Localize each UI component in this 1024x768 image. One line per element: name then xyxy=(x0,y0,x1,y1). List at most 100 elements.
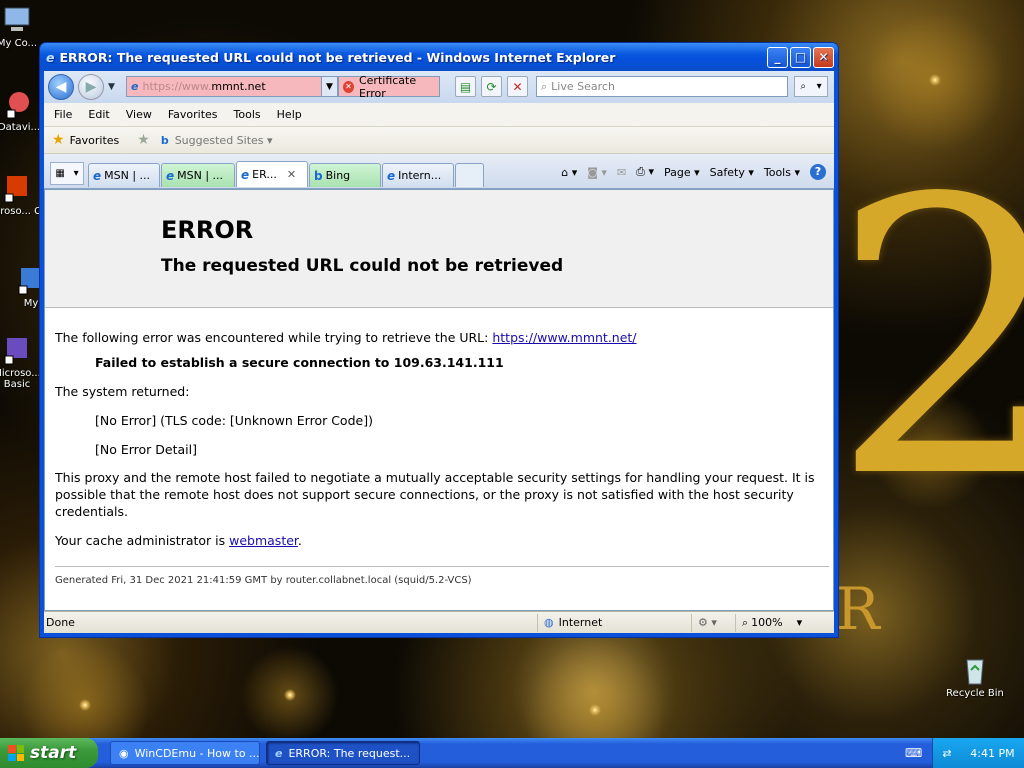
protected-mode-icon[interactable]: ⚙ ▾ xyxy=(691,613,735,632)
tab-label: MSN | ... xyxy=(104,169,151,182)
close-window-button[interactable]: ✕ xyxy=(813,46,834,68)
ie-page-icon: e xyxy=(387,168,396,183)
taskbar: start ◉ WinCDEmu - How to ... e ERROR: T… xyxy=(0,738,1024,768)
favorites-button[interactable]: Favorites xyxy=(70,134,120,147)
wallpaper-numeral: 2 xyxy=(830,118,1024,561)
taskbar-item-wincdemu[interactable]: ◉ WinCDEmu - How to ... xyxy=(110,741,260,765)
error-body: The following error was encountered whil… xyxy=(45,330,833,550)
ie-page-icon: e xyxy=(241,167,250,182)
close-tab-icon[interactable]: ✕ xyxy=(287,168,296,181)
recycle-bin-icon xyxy=(966,659,984,685)
forward-button[interactable]: ▶ xyxy=(78,74,104,100)
menu-view[interactable]: View xyxy=(126,108,152,121)
feeds-icon[interactable]: ◙ ▾ xyxy=(587,166,607,179)
minimize-button[interactable]: _ xyxy=(767,46,788,68)
safety-menu[interactable]: Safety ▾ xyxy=(710,166,754,179)
page-menu[interactable]: Page ▾ xyxy=(664,166,700,179)
failure-message: Failed to establish a secure connection … xyxy=(95,354,504,370)
cache-admin-line: Your cache administrator is webmaster. xyxy=(55,533,823,550)
menu-tools[interactable]: Tools xyxy=(234,108,261,121)
page-content: ERROR The requested URL could not be ret… xyxy=(44,189,834,611)
app-icon xyxy=(4,338,27,365)
window-titlebar[interactable]: e ERROR: The requested URL could not be … xyxy=(40,43,838,71)
quick-tabs-button[interactable]: ▦ ▾ xyxy=(50,162,84,185)
search-button[interactable]: ⌕ ▾ xyxy=(794,76,828,97)
system-returned-label: The system returned: xyxy=(55,383,190,399)
computer-icon xyxy=(4,7,30,31)
read-mail-icon[interactable]: ✉ xyxy=(617,166,626,179)
tab-error[interactable]: e ER... ✕ xyxy=(236,161,308,187)
error-detail-line: [No Error Detail] xyxy=(95,441,197,457)
network-icon[interactable]: ⇄ xyxy=(942,747,951,760)
navigation-bar: ◀ ▶ ▼ e https://www. mmnt.net ▼ ✕ Certif… xyxy=(44,71,834,103)
suggested-sites-button[interactable]: Suggested Sites ▾ xyxy=(175,134,273,147)
address-prefix: https://www. xyxy=(142,80,212,93)
menu-edit[interactable]: Edit xyxy=(88,108,109,121)
requested-url-link[interactable]: https://www.mmnt.net/ xyxy=(492,330,636,345)
zoom-level: 100% xyxy=(751,616,783,629)
home-icon[interactable]: ⌂ ▾ xyxy=(561,166,577,179)
menu-bar: File Edit View Favorites Tools Help xyxy=(44,103,834,127)
zoom-control[interactable]: ⌕ 100% ▾ xyxy=(735,613,805,632)
tab-msn-2[interactable]: e MSN | ... xyxy=(161,163,235,187)
desktop-icon-label: Recycle Bin xyxy=(946,688,1004,699)
search-input[interactable]: ⌕ Live Search xyxy=(536,76,788,97)
taskbar-item-ie[interactable]: e ERROR: The request... xyxy=(266,741,420,765)
keyboard-layout-icon[interactable]: ⌨ xyxy=(905,746,922,760)
maximize-button[interactable]: □ xyxy=(790,46,811,68)
search-engine-icon: ⌕ xyxy=(541,79,548,93)
tools-menu[interactable]: Tools ▾ xyxy=(764,166,800,179)
app-icon xyxy=(4,176,27,203)
add-favorite-icon[interactable]: ★ xyxy=(137,132,150,148)
ie-page-icon: e xyxy=(166,168,175,183)
security-zone[interactable]: ◍ Internet xyxy=(537,613,691,632)
favorites-star-icon: ★ xyxy=(52,132,65,148)
refresh-icon[interactable]: ⟳ xyxy=(481,76,502,97)
ie-logo-icon: e xyxy=(46,49,55,65)
command-bar: ⌂ ▾ ◙ ▾ ✉ ⎙ ▾ Page ▾ Safety ▾ Tools ▾ ? xyxy=(551,164,826,180)
certificate-error-button[interactable]: ✕ Certificate Error xyxy=(338,73,440,100)
cache-admin-text: Your cache administrator is xyxy=(55,533,230,548)
zoom-icon: ⌕ xyxy=(742,615,749,629)
zone-label: Internet xyxy=(558,616,603,629)
search-options-icon[interactable]: ▾ xyxy=(817,81,822,92)
tab-bing[interactable]: b Bing xyxy=(309,163,381,187)
desktop-icon-label: Microso... Basic xyxy=(0,368,41,390)
start-button[interactable]: start xyxy=(0,738,98,768)
print-icon[interactable]: ⎙ ▾ xyxy=(636,165,654,179)
shield-error-icon: ✕ xyxy=(343,80,354,93)
window-title: ERROR: The requested URL could not be re… xyxy=(59,49,616,65)
tab-list-dropdown-icon[interactable]: ▾ xyxy=(74,168,79,179)
menu-help[interactable]: Help xyxy=(277,108,302,121)
new-tab-button[interactable] xyxy=(455,163,484,187)
tab-internet[interactable]: e Intern... xyxy=(382,163,454,187)
error-subtitle: The requested URL could not be retrieved xyxy=(161,256,564,276)
tab-bar: ▦ ▾ e MSN | ... e MSN | ... e ER... ✕ b Bing e… xyxy=(44,154,834,189)
error-header: ERROR The requested URL could not be ret… xyxy=(45,190,833,308)
menu-favorites[interactable]: Favorites xyxy=(168,108,218,121)
back-button[interactable]: ◀ xyxy=(48,74,74,100)
tab-msn-1[interactable]: e MSN | ... xyxy=(88,163,160,187)
menu-file[interactable]: File xyxy=(54,108,72,121)
shortcut-icon xyxy=(6,92,29,119)
zoom-dropdown-icon[interactable]: ▾ xyxy=(797,616,803,629)
start-label: start xyxy=(30,743,77,763)
quick-tabs-icon: ▦ xyxy=(55,168,65,179)
desktop-icon-recycle-bin[interactable]: Recycle Bin xyxy=(940,654,1010,699)
tls-code-line: [No Error] (TLS code: [Unknown Error Cod… xyxy=(95,412,373,428)
help-icon[interactable]: ? xyxy=(810,164,826,180)
recent-pages-dropdown[interactable]: ▼ xyxy=(108,82,115,92)
desktop-icon-label: Datavi... xyxy=(0,122,41,133)
address-dropdown-button[interactable]: ▼ xyxy=(321,77,337,96)
clock[interactable]: 4:41 PM xyxy=(970,747,1014,760)
error-title: ERROR xyxy=(161,216,254,244)
certificate-error-label: Certificate Error xyxy=(358,73,417,100)
webmaster-link[interactable]: webmaster xyxy=(229,533,298,548)
tab-label: ER... xyxy=(252,168,277,181)
stop-icon[interactable]: ✕ xyxy=(507,76,528,97)
error-explanation: This proxy and the remote host failed to… xyxy=(55,470,815,520)
address-domain: mmnt.net xyxy=(211,80,266,93)
status-text: Done xyxy=(46,616,75,629)
address-bar[interactable]: e https://www. mmnt.net ▼ xyxy=(126,76,338,97)
compatibility-view-icon[interactable]: ▤ xyxy=(455,76,476,97)
